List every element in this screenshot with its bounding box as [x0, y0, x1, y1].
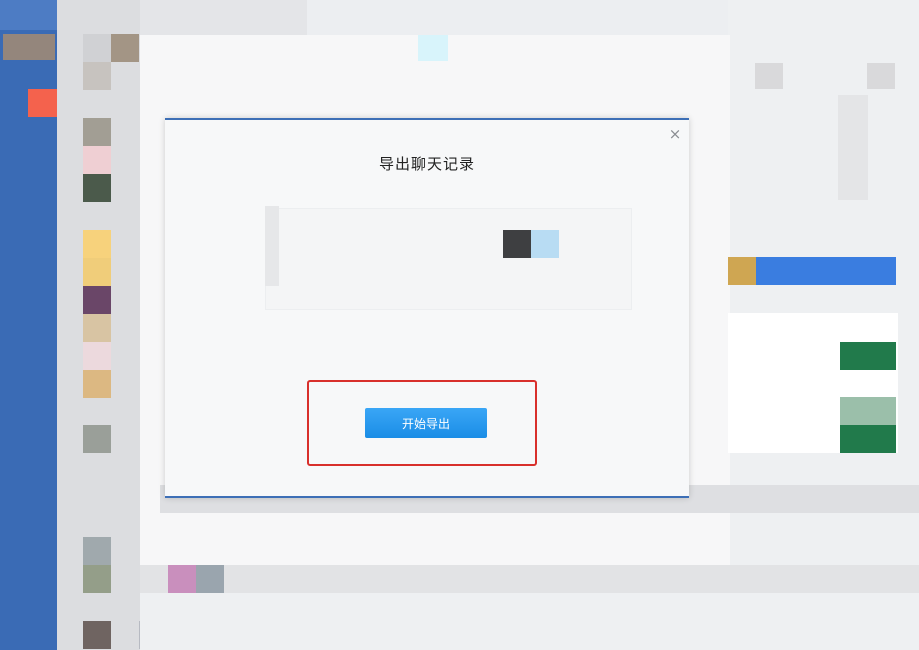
contact-avatar[interactable] — [83, 342, 111, 370]
preview-scroll-bar — [265, 206, 279, 286]
dialog-title: 导出聊天记录 — [378, 155, 475, 173]
contact-avatar[interactable] — [83, 425, 111, 453]
export-chat-dialog: × 导出聊天记录 开始导出 — [165, 118, 689, 498]
contact-avatar[interactable] — [83, 621, 111, 649]
contact-avatar[interactable] — [196, 565, 224, 593]
bottom-strip — [140, 565, 919, 593]
contact-avatar[interactable] — [83, 314, 111, 342]
progress-bar — [756, 257, 896, 285]
contact-avatar[interactable] — [83, 258, 111, 286]
rail-top-block — [0, 0, 57, 30]
file-type-icon — [840, 425, 896, 453]
close-icon[interactable]: × — [665, 124, 685, 144]
preview-avatar — [531, 230, 559, 258]
export-preview-area — [265, 208, 632, 310]
contact-avatar[interactable] — [83, 34, 111, 62]
start-export-button[interactable]: 开始导出 — [365, 408, 487, 438]
contact-avatar[interactable] — [83, 230, 111, 258]
contact-avatar[interactable] — [83, 537, 111, 565]
user-avatar[interactable] — [3, 34, 55, 60]
toolbar-icon[interactable] — [755, 63, 783, 89]
contact-avatar[interactable] — [168, 565, 196, 593]
preview-avatar — [503, 230, 531, 258]
contact-avatar[interactable] — [83, 62, 111, 90]
toolbar-icon[interactable] — [418, 35, 448, 61]
contact-avatar[interactable] — [83, 286, 111, 314]
contact-avatar[interactable] — [111, 34, 139, 62]
contact-avatar[interactable] — [83, 565, 111, 593]
file-type-icon — [840, 342, 896, 370]
bottom-area — [140, 593, 919, 650]
right-panel-block — [838, 95, 868, 200]
contact-avatar[interactable] — [83, 118, 111, 146]
file-icon — [728, 257, 756, 285]
contact-avatar[interactable] — [83, 146, 111, 174]
notification-badge — [28, 89, 58, 117]
contact-avatar[interactable] — [83, 174, 111, 202]
file-type-icon — [840, 397, 896, 425]
contact-avatar[interactable] — [83, 370, 111, 398]
toolbar-icon[interactable] — [867, 63, 895, 89]
